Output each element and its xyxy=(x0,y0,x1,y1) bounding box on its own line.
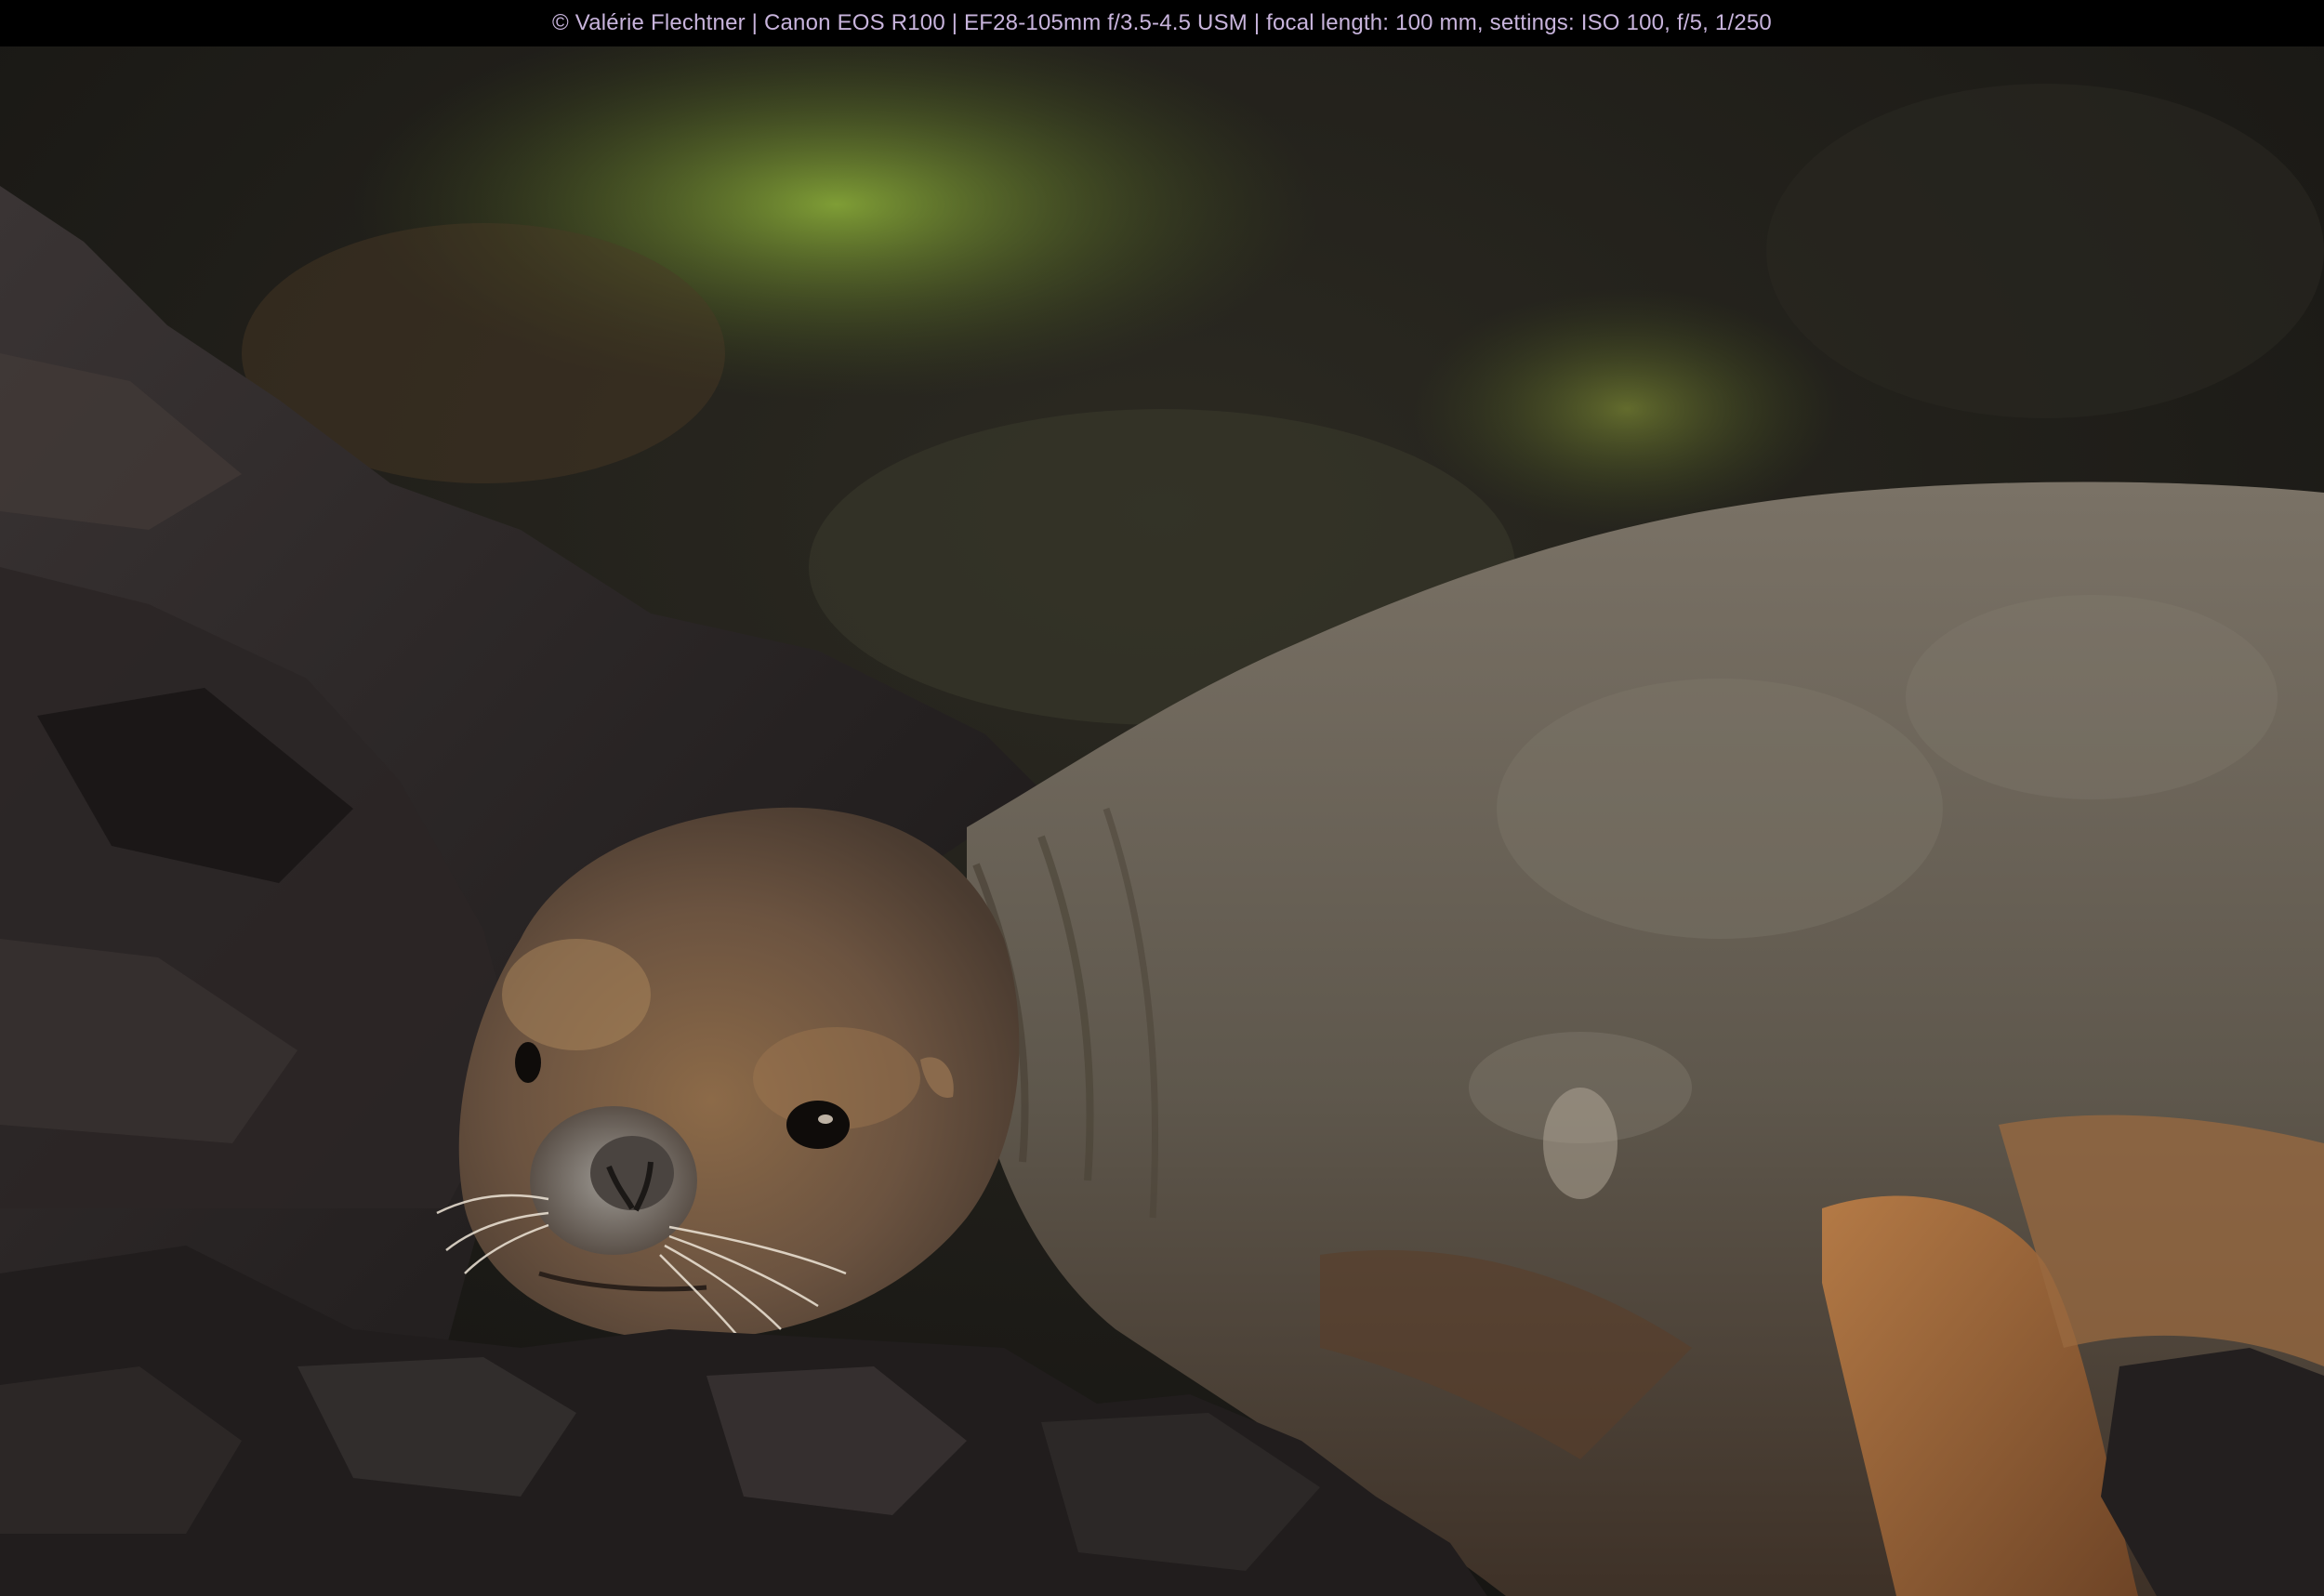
sea-lion-photo xyxy=(0,46,2324,1596)
photo-illustration xyxy=(0,46,2324,1596)
photo-credit-caption: © Valérie Flechtner | Canon EOS R100 | E… xyxy=(552,10,1772,35)
caption-bar: © Valérie Flechtner | Canon EOS R100 | E… xyxy=(0,0,2324,46)
